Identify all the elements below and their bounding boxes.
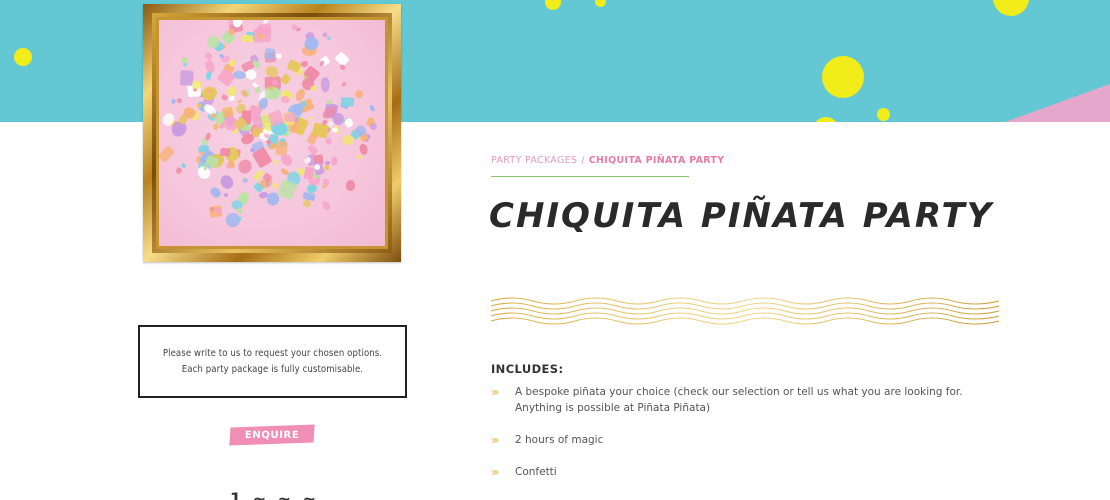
- double-chevron-right-icon: ›››: [491, 385, 500, 399]
- enquire-button[interactable]: ENQUIRE: [229, 424, 315, 446]
- notice-line-1: Please write to us to request your chose…: [162, 347, 383, 359]
- list-item: ››› A bespoke piñata your choice (check o…: [491, 385, 963, 414]
- gold-wave-divider: [491, 297, 999, 325]
- breadcrumb-current: CHIQUITA PIÑATA PARTY: [588, 155, 725, 166]
- double-chevron-right-icon: ›››: [491, 465, 500, 479]
- notice-line-2: Each party package is fully customisable…: [181, 363, 364, 375]
- breadcrumb-separator: /: [581, 155, 585, 166]
- enquire-button-label: ENQUIRE: [244, 429, 300, 441]
- decor-dot: [14, 48, 32, 66]
- cut-off-heading: 1 ~ ~ ~: [230, 489, 320, 500]
- pink-accent-triangle: [1005, 84, 1110, 122]
- includes-heading: INCLUDES:: [491, 362, 564, 376]
- breadcrumb-link-party-packages[interactable]: PARTY PACKAGES: [491, 155, 577, 166]
- decor-dot: [545, 0, 561, 10]
- decor-dot: [877, 108, 890, 121]
- breadcrumb-underline: [491, 176, 689, 177]
- double-chevron-right-icon: ›››: [491, 433, 500, 447]
- page-title: CHIQUITA PIÑATA PARTY: [489, 196, 994, 236]
- list-item: ››› 2 hours of magic: [491, 433, 604, 447]
- list-item: ››› Confetti: [491, 465, 557, 479]
- decor-dot: [813, 117, 839, 122]
- includes-list: ››› A bespoke piñata your choice (check o…: [491, 384, 981, 496]
- decor-dot: [993, 0, 1029, 16]
- decor-dot: [595, 0, 606, 7]
- customisation-notice: Please write to us to request your chose…: [138, 325, 407, 398]
- decor-dot: [822, 56, 864, 98]
- breadcrumb: PARTY PACKAGES / CHIQUITA PIÑATA PARTY: [491, 155, 724, 166]
- product-image-frame: [143, 4, 401, 262]
- confetti-pinata-image: [159, 20, 385, 246]
